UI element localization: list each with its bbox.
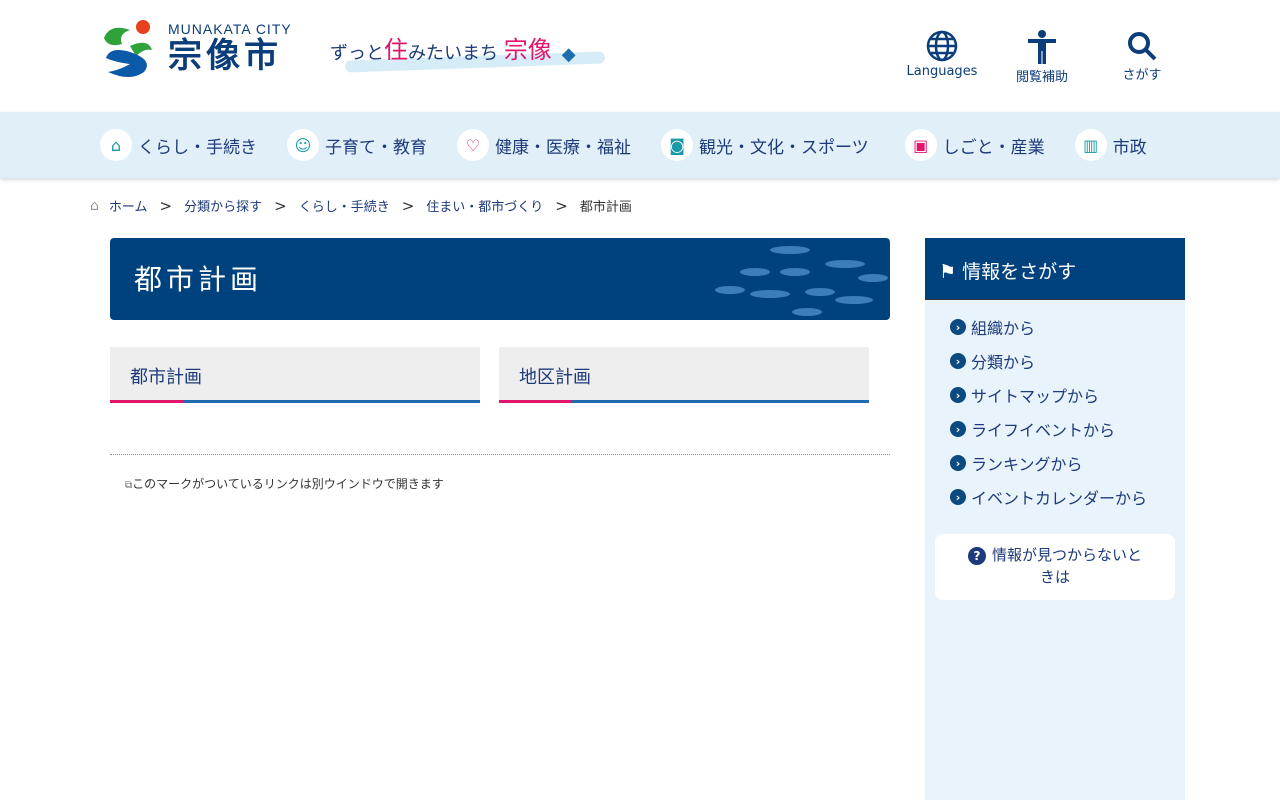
site-header: MUNAKATA CITY 宗像市 ずっと住みたいまち 宗像 ◆ Languag… <box>0 0 1280 112</box>
logo-english: MUNAKATA CITY <box>168 21 292 37</box>
nav-label: 子育て・教育 <box>325 137 427 158</box>
tool-label: さがす <box>1122 68 1162 83</box>
page-title-banner: 都市計画 <box>110 238 890 320</box>
link-label: ライフイベントから <box>971 421 1116 440</box>
page-title: 都市計画 <box>134 263 263 296</box>
sidebar-link[interactable]: › ランキングから <box>950 446 1185 480</box>
link-label: ランキングから <box>971 455 1083 474</box>
slogan-text: ずっと <box>330 43 384 64</box>
card-label: 地区計画 <box>519 367 591 388</box>
sidebar-title: 情報をさがす <box>962 261 1077 283</box>
main-content: 都市計画 都市計画 地区計画 ⧉このマークがついているリンクは別ウインドウで開き… <box>110 238 890 492</box>
globe-icon <box>926 30 958 62</box>
link-label: 分類から <box>971 353 1036 372</box>
help-label: 情報が見つからないときは <box>991 546 1142 586</box>
camera-icon: ◙ <box>661 129 693 161</box>
divider <box>110 454 890 455</box>
breadcrumb-separator: > <box>274 196 287 215</box>
search-button[interactable]: さがす <box>1104 30 1180 85</box>
city-emblem-icon <box>100 18 156 78</box>
slogan-text: みたいまち <box>408 43 498 64</box>
nav-shigoto[interactable]: ▣ しごと・産業 <box>904 129 1045 161</box>
nav-kosodate[interactable]: ☺ 子育て・教育 <box>287 129 427 161</box>
link-label: 組織から <box>971 319 1036 338</box>
breadcrumb-link[interactable]: ホーム <box>109 196 148 215</box>
chevron-right-icon: › <box>950 353 966 369</box>
nav-label: くらし・手続き <box>138 137 257 158</box>
sidebar-link[interactable]: › ライフイベントから <box>950 412 1185 446</box>
nav-kurashi[interactable]: ⌂ くらし・手続き <box>100 129 257 161</box>
external-link-note: ⧉このマークがついているリンクは別ウインドウで開きます <box>125 475 890 492</box>
chevron-right-icon: › <box>950 387 966 403</box>
search-icon <box>1128 32 1157 61</box>
nav-kenko[interactable]: ♡ 健康・医療・福祉 <box>457 129 631 161</box>
languages-button[interactable]: Languages <box>904 30 980 85</box>
building-icon: ▥ <box>1074 129 1107 161</box>
accessibility-button[interactable]: 閲覧補助 <box>1004 30 1080 85</box>
breadcrumb-separator: > <box>159 196 173 215</box>
sidebar-link[interactable]: › 組織から <box>950 310 1185 344</box>
help-button[interactable]: ? 情報が見つからないときは <box>935 534 1175 600</box>
global-nav: ⌂ くらし・手続き ☺ 子育て・教育 ♡ 健康・医療・福祉 ◙ 観光・文化・スポーツ ▣… <box>0 112 1280 178</box>
fish-icon: ◆ <box>561 44 576 65</box>
heart-hand-icon: ♡ <box>457 129 489 161</box>
breadcrumb-separator: > <box>555 196 568 215</box>
nav-kanko[interactable]: ◙ 観光・文化・スポーツ <box>661 129 869 161</box>
chevron-right-icon: › <box>950 489 966 505</box>
card-label: 都市計画 <box>130 367 202 388</box>
baby-icon: ☺ <box>287 129 319 161</box>
breadcrumb-separator: > <box>401 196 415 215</box>
nav-shisei[interactable]: ▥ 市政 <box>1074 129 1147 161</box>
category-card-toshi-keikaku[interactable]: 都市計画 <box>110 347 480 403</box>
nav-label: しごと・産業 <box>942 137 1045 158</box>
flag-icon: ⚑ <box>939 261 957 283</box>
sidebar-link[interactable]: › イベントカレンダーから <box>950 480 1185 514</box>
chevron-right-icon: › <box>950 319 966 335</box>
home-icon: ⌂ <box>90 197 99 214</box>
sidebar-link[interactable]: › サイトマップから <box>950 378 1185 412</box>
accessibility-icon <box>1028 30 1056 64</box>
note-text: このマークがついているリンクは別ウインドウで開きます <box>132 477 444 491</box>
house-icon: ⌂ <box>100 129 132 161</box>
nav-label: 市政 <box>1112 137 1147 158</box>
category-card-chiku-keikaku[interactable]: 地区計画 <box>499 347 869 403</box>
sidebar-header: ⚑ 情報をさがす <box>925 238 1185 300</box>
briefcase-icon: ▣ <box>904 129 937 161</box>
breadcrumb: ⌂ ホーム > 分類から探す > くらし・手続き > 住まい・都市づくり > 都市計画 <box>90 196 632 216</box>
sidebar: ⚑ 情報をさがす › 組織から › 分類から › サイトマップから › ライフイベントか… <box>925 238 1185 800</box>
slogan: ずっと住みたいまち 宗像 ◆ <box>330 30 576 65</box>
nav-label: 観光・文化・スポーツ <box>699 137 869 158</box>
breadcrumb-link[interactable]: 分類から探す <box>184 196 262 215</box>
nav-label: 健康・医療・福祉 <box>495 137 631 158</box>
logo-japanese: 宗像市 <box>168 36 282 76</box>
tool-label: 閲覧補助 <box>1015 70 1068 85</box>
link-label: サイトマップから <box>971 387 1100 406</box>
question-icon: ? <box>967 547 986 565</box>
breadcrumb-current: 都市計画 <box>579 200 632 215</box>
breadcrumb-link[interactable]: 住まい・都市づくり <box>426 196 543 215</box>
chevron-right-icon: › <box>950 455 966 471</box>
chevron-right-icon: › <box>950 421 966 437</box>
slogan-text: 宗像 <box>503 36 552 64</box>
breadcrumb-link[interactable]: くらし・手続き <box>299 196 390 215</box>
slogan-text: 住 <box>384 36 408 64</box>
site-logo[interactable]: MUNAKATA CITY 宗像市 <box>100 18 292 78</box>
link-label: イベントカレンダーから <box>971 489 1148 508</box>
sidebar-link[interactable]: › 分類から <box>950 344 1185 378</box>
tool-label: Languages <box>906 64 978 79</box>
